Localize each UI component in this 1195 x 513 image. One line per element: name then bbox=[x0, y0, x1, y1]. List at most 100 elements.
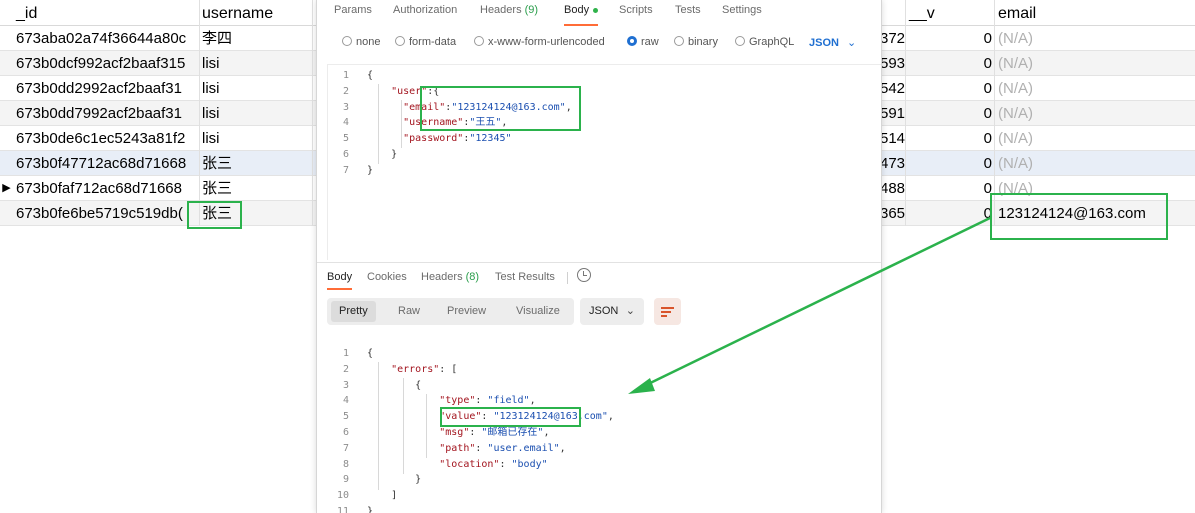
cell-email[interactable]: (N/A) bbox=[996, 26, 1195, 51]
response-format-label: JSON bbox=[589, 305, 619, 317]
cell-v[interactable]: 0 bbox=[907, 101, 995, 126]
row-marker[interactable] bbox=[0, 201, 13, 226]
row-marker[interactable]: ▶ bbox=[0, 176, 13, 201]
view-mode-visualize[interactable]: Visualize bbox=[508, 301, 568, 322]
radio-icon[interactable] bbox=[627, 36, 637, 46]
body-type-graphql[interactable]: GraphQL bbox=[735, 36, 794, 48]
cell-email[interactable]: (N/A) bbox=[996, 51, 1195, 76]
cell-username[interactable]: 李四 bbox=[201, 26, 313, 51]
row-marker[interactable] bbox=[0, 51, 13, 76]
json-punct: , bbox=[607, 411, 614, 423]
response-tab-test-results[interactable]: Test Results bbox=[495, 271, 555, 283]
cell-hidden[interactable]: 372 bbox=[880, 26, 906, 51]
cell-username[interactable]: lisi bbox=[201, 126, 313, 151]
cell-hidden[interactable]: 488 bbox=[880, 176, 906, 201]
radio-icon[interactable] bbox=[342, 36, 352, 46]
body-type-binary[interactable]: binary bbox=[674, 36, 718, 48]
body-type-x-www-form-urlencoded[interactable]: x-www-form-urlencoded bbox=[474, 36, 605, 48]
cell-email[interactable]: (N/A) bbox=[996, 126, 1195, 151]
cell-username[interactable]: lisi bbox=[201, 76, 313, 101]
cell-username[interactable]: 张三 bbox=[201, 151, 313, 176]
column-header-id[interactable]: _id bbox=[14, 0, 200, 26]
json-key: "type" bbox=[439, 395, 476, 407]
cell-email[interactable]: (N/A) bbox=[996, 101, 1195, 126]
radio-icon[interactable] bbox=[674, 36, 684, 46]
cell-v[interactable]: 0 bbox=[907, 126, 995, 151]
response-tab-cookies[interactable]: Cookies bbox=[367, 271, 407, 283]
line-number: 4 bbox=[342, 395, 349, 407]
response-tab-headers[interactable]: Headers (8) bbox=[421, 271, 479, 283]
tab-settings[interactable]: Settings bbox=[722, 4, 762, 16]
row-marker[interactable] bbox=[0, 26, 13, 51]
radio-icon[interactable] bbox=[474, 36, 484, 46]
row-marker[interactable] bbox=[0, 101, 13, 126]
wrap-lines-icon[interactable] bbox=[654, 298, 681, 325]
tab-params[interactable]: Params bbox=[334, 4, 372, 16]
tab-scripts[interactable]: Scripts bbox=[619, 4, 653, 16]
view-mode-preview[interactable]: Preview bbox=[439, 301, 494, 322]
response-tab-body[interactable]: Body bbox=[327, 271, 353, 290]
cell-id[interactable]: 673b0de6c1ec5243a81f2 bbox=[14, 126, 200, 151]
view-mode-pretty[interactable]: Pretty bbox=[331, 301, 376, 322]
json-punct bbox=[367, 117, 403, 128]
cell-v[interactable]: 0 bbox=[907, 176, 995, 201]
json-punct: } bbox=[367, 474, 422, 486]
cell-email[interactable]: (N/A) bbox=[996, 76, 1195, 101]
cell-hidden[interactable]: 365 bbox=[880, 201, 906, 226]
json-punct: : bbox=[469, 427, 482, 438]
cell-id[interactable]: 673b0dd7992acf2baaf31 bbox=[14, 101, 200, 126]
cell-id[interactable]: 673b0faf712ac68d71668 bbox=[14, 176, 200, 201]
tab-label: Params bbox=[334, 4, 372, 16]
cell-hidden[interactable]: 542 bbox=[880, 76, 906, 101]
json-punct: { bbox=[367, 379, 422, 391]
tab-authorization[interactable]: Authorization bbox=[393, 4, 457, 16]
row-marker[interactable] bbox=[0, 76, 13, 101]
cell-hidden[interactable]: 593 bbox=[880, 51, 906, 76]
cell-id[interactable]: 673b0dcf992acf2baaf315 bbox=[14, 51, 200, 76]
line-number: 4 bbox=[342, 117, 349, 129]
response-format-dropdown[interactable]: JSON ⌄ bbox=[580, 298, 644, 325]
cell-v[interactable]: 0 bbox=[907, 51, 995, 76]
column-header-email[interactable]: email bbox=[996, 0, 1195, 26]
row-marker[interactable] bbox=[0, 126, 13, 151]
tab-body[interactable]: Body bbox=[564, 4, 599, 26]
row-marker[interactable] bbox=[0, 151, 13, 176]
cell-id[interactable]: 673aba02a74f36644a80c bbox=[14, 26, 200, 51]
raw-format-dropdown[interactable]: JSON ⌄ bbox=[809, 36, 856, 49]
body-type-form-data[interactable]: form-data bbox=[395, 36, 456, 48]
cell-username[interactable]: lisi bbox=[201, 51, 313, 76]
column-header-hidden[interactable] bbox=[880, 0, 906, 26]
cell-v[interactable]: 0 bbox=[907, 76, 995, 101]
body-type-raw[interactable]: raw bbox=[627, 36, 659, 48]
body-type-label: GraphQL bbox=[749, 36, 795, 48]
cell-hidden[interactable]: 591 bbox=[880, 101, 906, 126]
json-key: "errors" bbox=[391, 363, 440, 375]
cell-id[interactable]: 673b0f47712ac68d71668 bbox=[14, 151, 200, 176]
column-header-username[interactable]: username bbox=[201, 0, 313, 26]
line-number: 8 bbox=[342, 458, 349, 470]
line-number: 9 bbox=[342, 474, 349, 486]
radio-icon[interactable] bbox=[735, 36, 745, 46]
json-string: "12345" bbox=[469, 133, 512, 145]
response-tab-count: (8) bbox=[465, 271, 480, 283]
cell-hidden[interactable]: 514 bbox=[880, 126, 906, 151]
cell-username[interactable]: 张三 bbox=[201, 176, 313, 201]
history-icon[interactable] bbox=[577, 268, 591, 282]
code-line: 9 } bbox=[327, 472, 421, 488]
body-type-none[interactable]: none bbox=[342, 36, 380, 48]
response-tab-label: Headers bbox=[421, 271, 463, 283]
cell-username[interactable]: lisi bbox=[201, 101, 313, 126]
cell-v[interactable]: 0 bbox=[907, 151, 995, 176]
radio-icon[interactable] bbox=[395, 36, 405, 46]
cell-v[interactable]: 0 bbox=[907, 201, 995, 226]
tab-headers[interactable]: Headers (9) bbox=[480, 4, 538, 16]
cell-v[interactable]: 0 bbox=[907, 26, 995, 51]
cell-id[interactable]: 673b0fe6be5719c519db( bbox=[14, 201, 200, 226]
tab-tests[interactable]: Tests bbox=[675, 4, 701, 16]
cell-email[interactable]: (N/A) bbox=[996, 151, 1195, 176]
cell-hidden[interactable]: 473 bbox=[880, 151, 906, 176]
cell-id[interactable]: 673b0dd2992acf2baaf31 bbox=[14, 76, 200, 101]
view-mode-raw[interactable]: Raw bbox=[390, 301, 428, 322]
code-line: 7 "path": "user.email", bbox=[327, 441, 566, 457]
column-header-v[interactable]: __v bbox=[907, 0, 995, 26]
